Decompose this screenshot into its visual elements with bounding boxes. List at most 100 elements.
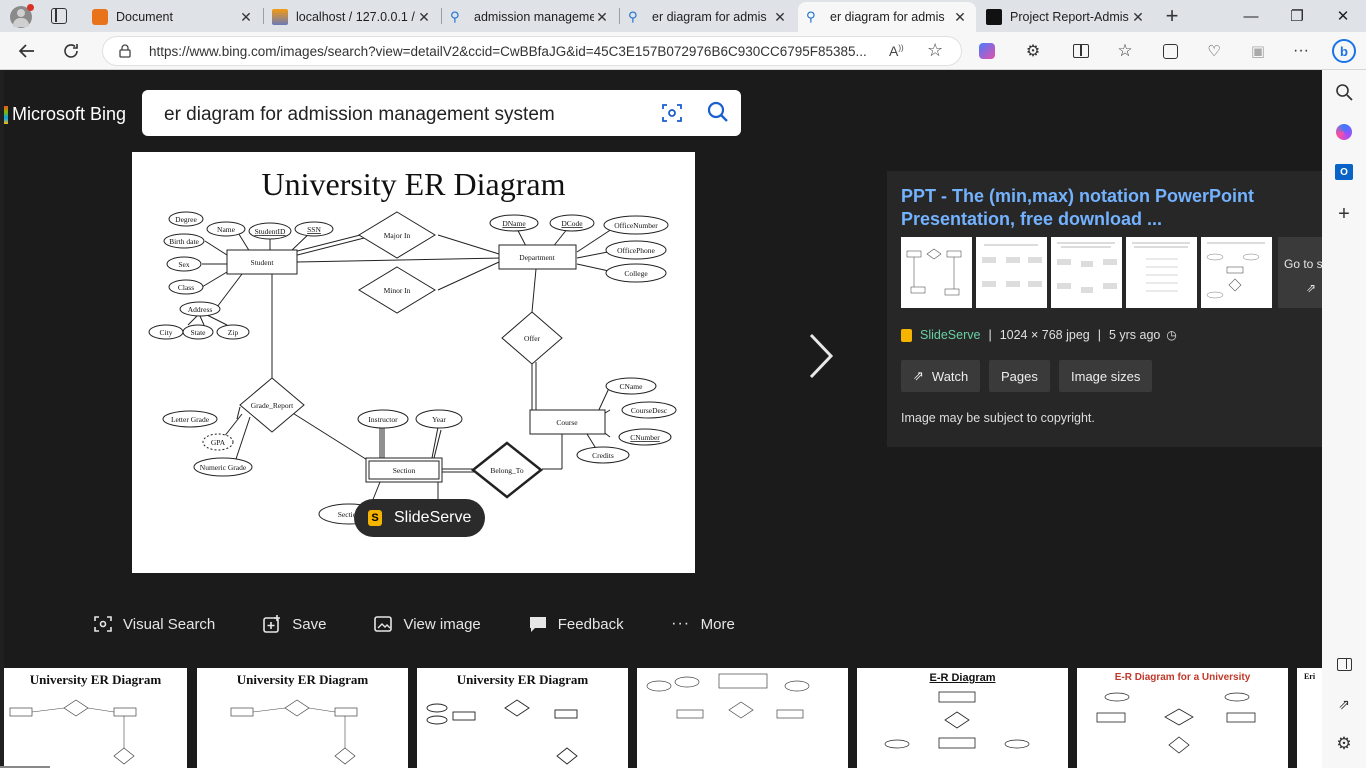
more-icon: ··· — [671, 615, 691, 632]
er-label-phone: OfficePhone — [617, 246, 655, 255]
tab-er-search-active[interactable]: ⚲ er diagram for admis ✕ — [798, 2, 976, 32]
tab-label: Document — [116, 10, 173, 24]
source-pill[interactable]: S SlideServe — [354, 499, 486, 537]
refresh-icon[interactable] — [56, 36, 86, 66]
next-image-arrow-icon[interactable] — [808, 332, 834, 390]
open-in-new-icon[interactable]: ⇗ — [1332, 692, 1356, 716]
er-label-letter: Letter Grade — [171, 415, 210, 424]
er-label-offer: Offer — [524, 334, 541, 343]
close-window-icon[interactable]: ✕ — [1320, 0, 1366, 32]
er-label-department: Department — [519, 253, 555, 262]
image-sizes-button[interactable]: Image sizes — [1059, 360, 1153, 392]
related-thumb[interactable] — [1126, 237, 1197, 308]
settings-gear-icon[interactable]: ⚙ — [1332, 732, 1356, 756]
tab-document[interactable]: Document ✕ — [84, 2, 262, 32]
edge-sidebar: O + ⇗ ⚙ — [1322, 70, 1366, 768]
bing-logo[interactable]: Microsoft Bing — [4, 104, 126, 125]
tab-project-report[interactable]: Project Report-Admis ✕ — [978, 2, 1154, 32]
er-label-college: College — [624, 269, 648, 278]
close-icon[interactable]: ✕ — [952, 9, 968, 26]
back-arrow-icon[interactable] — [12, 36, 42, 66]
view-image-button[interactable]: View image — [372, 613, 481, 635]
er-label-course: Course — [556, 418, 578, 427]
search-box[interactable]: er diagram for admission management syst… — [142, 90, 741, 136]
er-label-state: State — [191, 328, 207, 337]
er-label-cdesc: CourseDesc — [631, 406, 668, 415]
er-label-section: Section — [393, 466, 416, 475]
restore-icon[interactable]: ❐ — [1274, 0, 1320, 32]
collections-icon[interactable] — [1155, 36, 1185, 66]
visual-search-button[interactable]: Visual Search — [92, 613, 215, 635]
image-meta: SlideServe | 1024 × 768 jpeg | 5 yrs ago… — [901, 328, 1177, 342]
strip-thumb[interactable] — [637, 668, 848, 768]
er-label-instructor: Instructor — [368, 415, 398, 424]
screenshot-icon[interactable]: ▣ — [1243, 36, 1273, 66]
previous-image-arrow-icon[interactable]: ‹ — [4, 332, 5, 377]
watch-button[interactable]: ⇗ Watch — [901, 360, 981, 392]
copilot-icon[interactable] — [972, 36, 1002, 66]
more-menu-icon[interactable]: ··· — [1286, 36, 1316, 66]
er-label-degree: Degree — [175, 215, 197, 224]
read-aloud-icon[interactable]: A)) — [889, 43, 904, 59]
related-thumb[interactable] — [1201, 237, 1272, 308]
tab-label: er diagram for admis — [652, 10, 767, 24]
strip-thumb-title: E-R Diagram — [929, 672, 996, 684]
history-clock-icon: ◷ — [1166, 328, 1177, 342]
hide-sidebar-icon[interactable] — [1332, 652, 1356, 676]
search-query[interactable]: er diagram for admission management syst… — [164, 104, 555, 126]
tab-phpmyadmin[interactable]: localhost / 127.0.0.1 / ✕ — [264, 2, 440, 32]
close-icon[interactable]: ✕ — [1130, 9, 1146, 26]
strip-thumb[interactable]: University ER Diagram — [4, 668, 187, 768]
extensions-icon[interactable]: ⚙ — [1018, 36, 1048, 66]
tab-admission-search[interactable]: ⚲ admission management ✕ — [442, 2, 618, 32]
add-sidebar-app-icon[interactable]: + — [1332, 202, 1356, 226]
strip-thumb[interactable]: Eri — [1297, 668, 1322, 768]
bing-copilot-icon[interactable]: b — [1329, 36, 1359, 66]
related-thumb[interactable] — [901, 237, 972, 308]
tab-label: localhost / 127.0.0.1 / — [296, 10, 415, 24]
source-name-link[interactable]: SlideServe — [920, 328, 980, 342]
related-thumb[interactable] — [976, 237, 1047, 308]
url-text[interactable]: https://www.bing.com/images/search?view=… — [149, 44, 879, 59]
performance-icon[interactable]: ♡ — [1199, 36, 1229, 66]
strip-thumb[interactable]: E-R Diagram — [857, 668, 1068, 768]
pages-button[interactable]: Pages — [989, 360, 1050, 392]
visual-search-camera-icon[interactable] — [660, 101, 684, 130]
close-icon[interactable]: ✕ — [772, 9, 788, 26]
copilot-sidebar-icon[interactable] — [1332, 120, 1356, 144]
result-title-link[interactable]: PPT - The (min,max) notation PowerPoint … — [901, 185, 1322, 231]
view-image-icon — [372, 613, 394, 635]
favorite-star-icon[interactable]: ☆ — [927, 40, 943, 61]
strip-thumb[interactable]: E-R Diagram for a University — [1077, 668, 1288, 768]
close-icon[interactable]: ✕ — [238, 9, 254, 26]
er-label-city: City — [160, 328, 173, 337]
tab-actions-icon[interactable] — [51, 8, 67, 24]
new-tab-icon[interactable]: + — [1160, 3, 1184, 29]
close-icon[interactable]: ✕ — [416, 9, 432, 26]
related-thumb[interactable] — [1051, 237, 1122, 308]
feedback-icon — [527, 613, 549, 635]
more-button[interactable]: ··· More — [670, 613, 735, 635]
go-to-source-button[interactable]: Go to s ⇗ — [1278, 237, 1322, 308]
search-icon[interactable] — [1332, 80, 1356, 104]
minimize-icon[interactable]: — — [1228, 0, 1274, 32]
tab-er-search-1[interactable]: ⚲ er diagram for admis ✕ — [620, 2, 796, 32]
url-box[interactable]: https://www.bing.com/images/search?view=… — [102, 36, 962, 66]
profile-icon[interactable] — [10, 4, 34, 28]
strip-thumb[interactable]: University ER Diagram — [417, 668, 628, 768]
more-label: More — [700, 615, 735, 633]
search-icon[interactable] — [706, 100, 730, 129]
save-button[interactable]: Save — [261, 613, 326, 635]
close-icon[interactable]: ✕ — [594, 9, 610, 26]
strip-thumb[interactable]: University ER Diagram — [197, 668, 408, 768]
outlook-icon[interactable]: O — [1332, 160, 1356, 184]
strip-thumb-title: E-R Diagram for a University — [1114, 672, 1251, 683]
er-label-year: Year — [432, 415, 446, 424]
visual-search-icon — [92, 613, 114, 635]
er-label-gpa: GPA — [211, 438, 226, 447]
feedback-button[interactable]: Feedback — [527, 613, 624, 635]
split-screen-icon[interactable] — [1066, 36, 1096, 66]
favorites-icon[interactable]: ☆ — [1110, 36, 1140, 66]
lock-icon[interactable] — [119, 44, 131, 58]
image-info-panel: PPT - The (min,max) notation PowerPoint … — [887, 171, 1322, 447]
